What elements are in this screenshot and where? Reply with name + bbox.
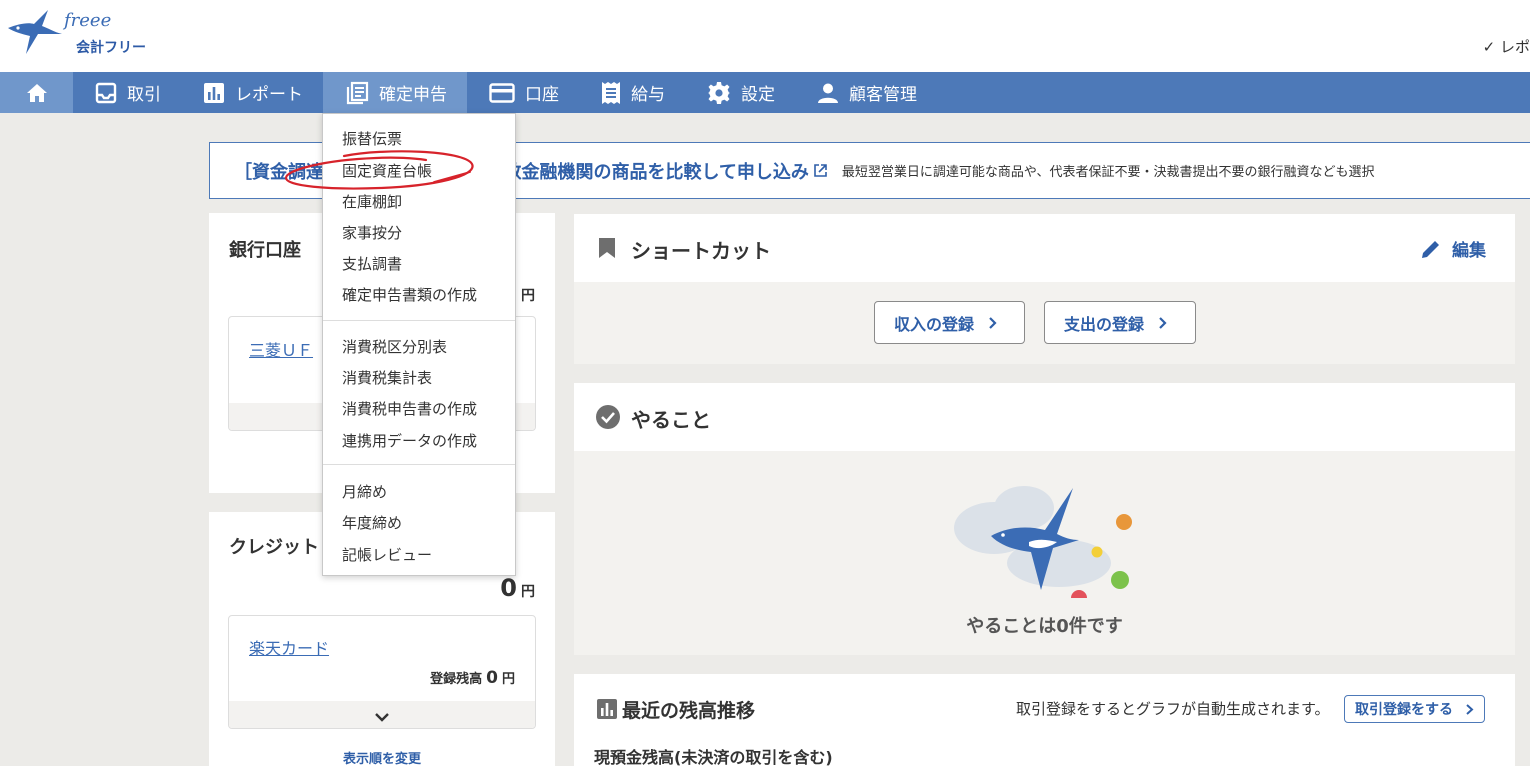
bank-card-title: 銀行口座	[229, 240, 301, 261]
edit-shortcuts-button[interactable]: 編集	[1420, 236, 1486, 261]
chevron-right-icon	[1159, 316, 1167, 329]
bank-account-link[interactable]: 三菱ＵＦ	[249, 337, 313, 361]
main-nav: 取引 レポート 確定申告 口座 給与 設定 顧客管理	[0, 72, 1530, 113]
shortcut-body: 収入の登録 支出の登録	[574, 282, 1515, 364]
expense-register-button[interactable]: 支出の登録	[1044, 301, 1196, 344]
menu-divider	[323, 464, 515, 465]
trend-title: 最近の残高推移	[622, 700, 756, 722]
pencil-icon	[1422, 240, 1439, 258]
nav-label: 顧客管理	[849, 85, 917, 105]
shortcut-panel: ショートカット 編集 収入の登録 支出の登録	[574, 214, 1515, 364]
nav-label: 設定	[741, 85, 775, 105]
app-header: freee 会計フリー ✓ レポ	[0, 0, 1530, 72]
todo-empty-message: やることは0件です	[966, 616, 1123, 637]
menu-item-furikae-denpyo[interactable]: 振替伝票	[342, 128, 402, 149]
receipt-icon	[602, 81, 620, 104]
trend-note: 取引登録をするとグラフが自動生成されます。	[1016, 700, 1330, 718]
menu-item-inventory[interactable]: 在庫棚卸	[342, 191, 402, 212]
nav-label: 確定申告	[379, 85, 447, 105]
currency-unit: 円	[521, 288, 535, 304]
banner-description: 最短翌営業日に調達可能な商品や、代表者保証不要・決裁書提出不要の銀行融資なども選…	[841, 165, 1375, 180]
nav-label: 口座	[525, 85, 559, 105]
bookmark-icon	[599, 238, 615, 258]
home-icon	[26, 83, 47, 102]
menu-item-monthly-close[interactable]: 月締め	[342, 481, 387, 502]
menu-item-payment-report[interactable]: 支払調書	[342, 253, 402, 274]
credit-balance: 登録残高 0 円	[430, 668, 515, 688]
balance-trend-panel: 最近の残高推移 取引登録をするとグラフが自動生成されます。 取引登録をする 現預…	[574, 674, 1515, 766]
nav-label: 取引	[127, 85, 161, 105]
external-link-icon	[814, 164, 827, 177]
report-link[interactable]: ✓ レポ	[1483, 36, 1530, 57]
balance-value: 0	[486, 668, 498, 688]
shortcut-title: ショートカット	[631, 239, 771, 263]
credit-total-value: 0	[500, 574, 517, 602]
menu-item-annual-close[interactable]: 年度締め	[342, 512, 402, 533]
balance-label: 登録残高	[430, 672, 483, 687]
panel-header: やること	[574, 383, 1515, 451]
button-label: 収入の登録	[894, 314, 975, 334]
todo-title: やること	[631, 408, 711, 432]
button-label: 取引登録をする	[1355, 702, 1453, 718]
menu-item-consumption-tax-breakdown[interactable]: 消費税区分別表	[342, 336, 447, 357]
menu-item-bookkeeping-review[interactable]: 記帳レビュー	[342, 544, 432, 565]
bank-total: 円	[517, 285, 535, 305]
nav-payroll[interactable]: 給与	[579, 72, 685, 113]
menu-item-consumption-tax-summary[interactable]: 消費税集計表	[342, 367, 432, 388]
freee-logo[interactable]: freee 会計フリー	[4, 4, 164, 64]
nav-torihiki[interactable]: 取引	[73, 72, 181, 113]
nav-settings[interactable]: 設定	[685, 72, 795, 113]
bar-chart-icon	[597, 699, 617, 719]
chevron-down-icon	[375, 713, 389, 722]
currency-unit: 円	[501, 672, 515, 687]
credit-account-item: 楽天カード 登録残高 0 円	[228, 615, 536, 729]
inbox-icon	[95, 82, 117, 103]
register-transaction-button[interactable]: 取引登録をする	[1344, 695, 1485, 723]
menu-item-consumption-tax-return[interactable]: 消費税申告書の作成	[342, 398, 477, 419]
panel-header: ショートカット 編集	[574, 214, 1515, 282]
edit-label: 編集	[1452, 241, 1486, 261]
income-register-button[interactable]: 収入の登録	[874, 301, 1025, 344]
menu-item-export-data[interactable]: 連携用データの作成	[342, 430, 477, 451]
menu-divider	[323, 320, 515, 321]
nav-account[interactable]: 口座	[467, 72, 579, 113]
credit-account-link[interactable]: 楽天カード	[249, 635, 329, 659]
credit-total: 0円	[500, 574, 535, 602]
nav-label: 給与	[631, 85, 665, 105]
todo-panel: やること やることは0件です	[574, 383, 1515, 655]
nav-label: レポート	[235, 85, 303, 105]
chevron-right-icon	[1466, 703, 1474, 715]
todo-body: やることは0件です	[574, 451, 1515, 655]
check-circle-icon	[596, 405, 620, 429]
nav-customers[interactable]: 顧客管理	[795, 72, 937, 113]
credit-card-title: クレジット	[229, 537, 319, 558]
credit-card-icon	[489, 82, 515, 103]
banner-title-prefix: ［資金調達	[234, 161, 324, 183]
trend-subtitle: 現預金残高(未決済の取引を含む)	[594, 748, 833, 766]
chevron-right-icon	[989, 316, 997, 329]
swallow-illustration-icon	[954, 486, 1132, 598]
menu-item-fixed-asset-ledger[interactable]: 固定資産台帳	[342, 160, 432, 181]
menu-item-household-allocation[interactable]: 家事按分	[342, 222, 402, 243]
button-label: 支出の登録	[1064, 314, 1145, 334]
logo-product-name: 会計フリー	[76, 40, 146, 56]
change-order-link[interactable]: 表示順を変更	[209, 748, 555, 766]
nav-home[interactable]	[0, 72, 73, 113]
documents-icon	[346, 81, 369, 104]
bar-chart-icon	[204, 82, 224, 103]
menu-item-tax-return-docs[interactable]: 確定申告書類の作成	[342, 284, 477, 305]
nav-kakutei-shinkoku[interactable]: 確定申告	[323, 72, 467, 113]
person-icon	[818, 83, 838, 103]
account-footer[interactable]	[229, 701, 535, 728]
currency-unit: 円	[521, 584, 535, 600]
nav-report[interactable]: レポート	[181, 72, 323, 113]
logo-wordmark: freee	[64, 10, 112, 31]
kakutei-shinkoku-dropdown: 振替伝票 固定資産台帳 在庫棚卸 家事按分 支払調書 確定申告書類の作成 消費税…	[322, 113, 516, 576]
gear-icon	[708, 81, 730, 104]
